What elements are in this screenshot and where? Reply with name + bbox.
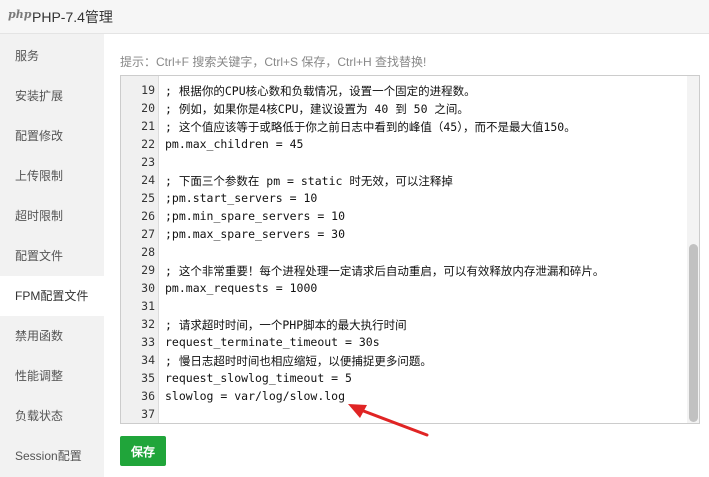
code-line: ;pm.start_servers = 10 <box>165 191 318 205</box>
code-line: ; 慢日志超时时间也相应缩短，以便捕捉更多问题。 <box>165 354 432 368</box>
code-line: ; 根据你的CPU核心数和负载情况，设置一个固定的进程数。 <box>165 84 476 98</box>
line-number: 18 <box>121 76 155 79</box>
window-titlebar: php PHP-7.4管理 <box>0 0 709 34</box>
sidebar-item-install-extensions[interactable]: 安装扩展 <box>0 76 104 116</box>
sidebar-item-load-status[interactable]: 负载状态 <box>0 396 104 436</box>
sidebar-item-upload-limit[interactable]: 上传限制 <box>0 156 104 196</box>
code-line: pm.max_requests = 1000 <box>165 281 318 295</box>
sidebar-item-disabled-functions[interactable]: 禁用函数 <box>0 316 104 356</box>
line-number: 37 <box>141 407 155 421</box>
sidebar-item-performance-tuning[interactable]: 性能调整 <box>0 356 104 396</box>
code-line: ; 请求超时时间，一个PHP脚本的最大执行时间 <box>165 318 407 332</box>
code-line: pm.max_children = 45 <box>165 137 304 151</box>
code-line: slowlog = var/log/slow.log <box>165 389 346 403</box>
sidebar-item-session-config[interactable]: Session配置 <box>0 436 104 476</box>
annotation-arrow-icon <box>348 404 429 437</box>
editor-scrollbar-thumb[interactable] <box>689 244 698 422</box>
editor-hint: 提示：Ctrl+F 搜索关键字，Ctrl+S 保存，Ctrl+H 查找替换! <box>120 55 427 69</box>
sidebar-item-fpm-config-file[interactable]: FPM配置文件 <box>0 276 104 316</box>
line-number: 25 <box>141 191 155 205</box>
line-number: 21 <box>141 119 155 133</box>
line-number: 28 <box>141 245 155 259</box>
line-number: 23 <box>141 155 155 169</box>
sidebar-item-config-file[interactable]: 配置文件 <box>0 236 104 276</box>
line-number: 20 <box>141 101 155 115</box>
code-line: request_slowlog_timeout = 5 <box>165 371 352 385</box>
code-line: request_terminate_timeout = 30s <box>165 335 380 349</box>
line-number: 33 <box>141 335 155 349</box>
line-number: 29 <box>141 263 155 277</box>
code-line: ;pm.max_spare_servers = 30 <box>165 227 346 241</box>
line-number: 34 <box>141 353 155 367</box>
sidebar-item-config-modify[interactable]: 配置修改 <box>0 116 104 156</box>
line-number: 26 <box>141 209 155 223</box>
code-line: ; 例如，如果你是4核CPU，建议设置为 40 到 50 之间。 <box>165 102 469 116</box>
line-number: 35 <box>141 371 155 385</box>
sidebar-item-service[interactable]: 服务 <box>0 36 104 76</box>
sidebar-item-timeout-limit[interactable]: 超时限制 <box>0 196 104 236</box>
code-line: ; 下面三个参数在 pm = static 时无效，可以注释掉 <box>165 174 453 188</box>
line-number: 30 <box>141 281 155 295</box>
line-number-gutter: 18 19 20 21 22 23 24 25 26 27 28 29 30 3… <box>121 76 159 423</box>
code-line: ;pm.min_spare_servers = 10 <box>165 209 346 223</box>
window-title: PHP-7.4管理 <box>32 9 113 25</box>
editor-scrollbar[interactable] <box>687 76 699 423</box>
line-number: 32 <box>141 317 155 331</box>
code-line: ; 这个值应该等于或略低于你之前日志中看到的峰值（45），而不是最大值150。 <box>165 120 576 134</box>
line-number: 31 <box>141 299 155 313</box>
save-button[interactable]: 保存 <box>120 436 166 466</box>
line-number: 22 <box>141 137 155 151</box>
code-editor[interactable]: 18 19 20 21 22 23 24 25 26 27 28 29 30 3… <box>120 75 700 424</box>
line-number: 36 <box>141 389 155 403</box>
php-logo-icon: php <box>8 8 32 21</box>
line-number: 19 <box>141 83 155 97</box>
line-number: 27 <box>141 227 155 241</box>
line-number: 24 <box>141 173 155 187</box>
sidebar: 服务 安装扩展 配置修改 上传限制 超时限制 配置文件 FPM配置文件 禁用函数… <box>0 34 104 477</box>
code-line: ; 这个非常重要！每个进程处理一定请求后自动重启，可以有效释放内存泄漏和碎片。 <box>165 264 605 278</box>
